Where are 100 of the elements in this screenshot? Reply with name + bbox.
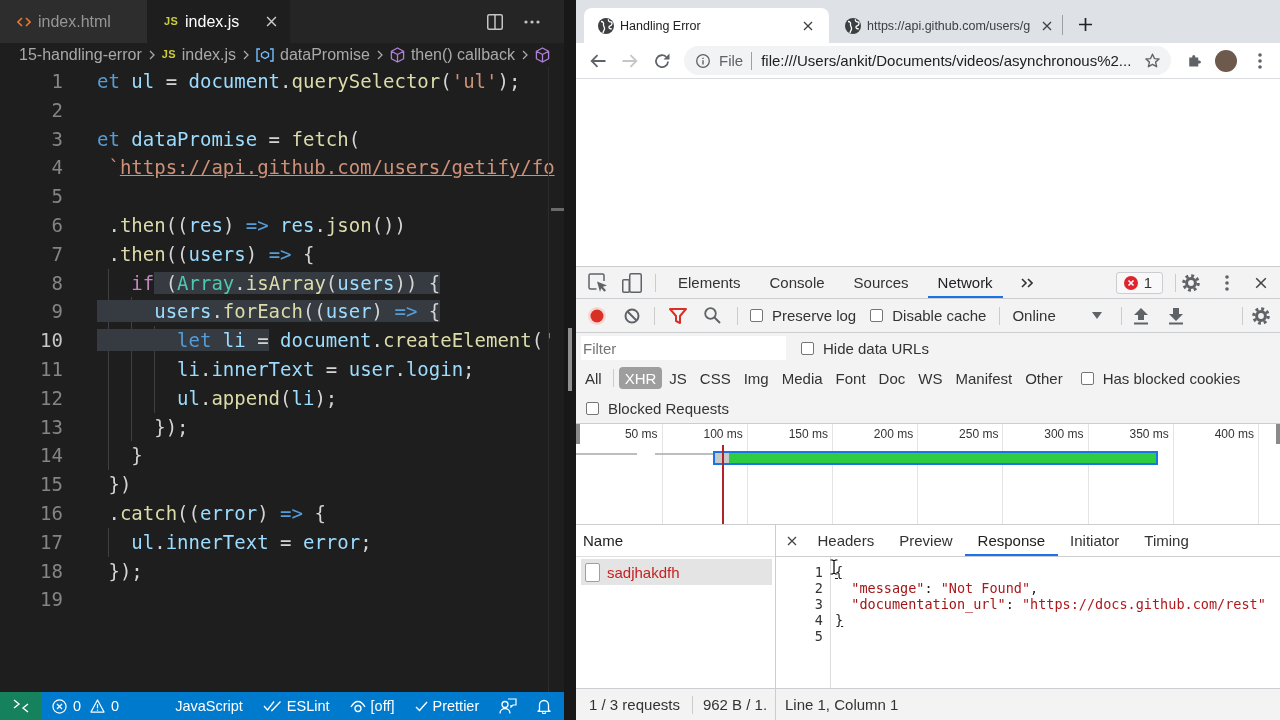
panel-tab[interactable]: Sources: [843, 267, 919, 298]
type-filter[interactable]: JS: [663, 367, 693, 389]
line-number: 11: [39, 356, 63, 382]
line-number: 14: [39, 443, 63, 469]
checkbox[interactable]: [586, 401, 599, 415]
line-number: 7: [50, 241, 63, 267]
back-arrow-icon[interactable]: [590, 53, 606, 68]
settings-icon[interactable]: [1182, 273, 1200, 292]
line-number: 10: [39, 328, 63, 354]
split-editor-icon[interactable]: [487, 13, 503, 30]
filter-field[interactable]: Filter: [581, 336, 786, 360]
status-item[interactable]: JavaScript: [175, 698, 243, 714]
type-filter[interactable]: Other: [1019, 367, 1069, 389]
status-text: Line 1, Column 1: [785, 696, 899, 713]
checkbox[interactable]: [750, 309, 763, 322]
status-item[interactable]: [off]: [349, 698, 395, 714]
close-icon[interactable]: [803, 20, 813, 31]
line-number: 18: [39, 558, 63, 584]
checkbox-label: Has blocked cookies: [1102, 369, 1241, 387]
panel-tab[interactable]: Console: [759, 267, 835, 298]
request-line: [655, 453, 713, 455]
reload-icon[interactable]: [654, 52, 670, 69]
status-item[interactable]: ESLint: [262, 698, 330, 714]
breadcrumb[interactable]: 15-handling-error: [19, 46, 142, 64]
line-number: 5: [813, 628, 823, 644]
range-handle[interactable]: [576, 424, 580, 444]
type-filter[interactable]: Img: [737, 367, 775, 389]
more-icon[interactable]: [524, 19, 540, 24]
inspect-icon[interactable]: [588, 272, 608, 293]
errors-button[interactable]: 1: [1115, 271, 1163, 294]
type-filter[interactable]: Media: [775, 367, 829, 389]
checkbox-label: Hide data URLs: [823, 339, 929, 357]
upload-icon[interactable]: [1132, 306, 1149, 325]
throttling-dropdown[interactable]: Online: [1012, 307, 1102, 324]
code-line: `https://api.github.com/users/getify/fo: [107, 155, 555, 181]
code-line: "documentation_url": "https://docs.github.com/rest": [850, 596, 1266, 612]
detail-tab[interactable]: Timing: [1131, 525, 1202, 556]
range-handle[interactable]: [1276, 424, 1280, 444]
variable-icon: [256, 48, 275, 62]
chevron-icon: [243, 50, 250, 60]
type-filter[interactable]: Doc: [872, 367, 912, 389]
device-icon[interactable]: [622, 272, 642, 293]
tick-label: 100 ms: [703, 427, 743, 441]
feedback-icon[interactable]: [499, 698, 518, 714]
double-chevron-icon[interactable]: [1020, 277, 1033, 288]
plus-icon[interactable]: [1079, 18, 1092, 31]
info-icon: [696, 53, 710, 68]
checkbox-label: Blocked Requests: [608, 399, 729, 417]
request-row[interactable]: sadjhakdfh: [581, 559, 772, 585]
avatar[interactable]: [1215, 49, 1237, 72]
type-filter[interactable]: CSS: [693, 367, 737, 389]
search-icon[interactable]: [704, 307, 721, 324]
tick-label: 350 ms: [1129, 427, 1169, 441]
type-filter[interactable]: Font: [829, 367, 872, 389]
puzzle-icon[interactable]: [1187, 53, 1202, 68]
type-filter[interactable]: Manifest: [949, 367, 1019, 389]
checkbox[interactable]: [870, 309, 884, 322]
detail-tab[interactable]: Headers: [805, 525, 887, 556]
status-text: 1 / 3 requests: [589, 696, 680, 713]
editor-tab[interactable]: JS index.js: [147, 0, 290, 43]
record-icon[interactable]: [588, 306, 606, 325]
scrollbar-thumb[interactable]: [568, 328, 572, 391]
remote-button[interactable]: [0, 692, 41, 720]
breadcrumb[interactable]: then() callback: [410, 46, 515, 64]
line-number: 19: [39, 587, 63, 613]
tick-label: 300 ms: [1044, 427, 1084, 441]
close-icon[interactable]: [1042, 20, 1052, 31]
cube-icon: [389, 47, 405, 63]
double-check-icon: [262, 700, 282, 712]
problems-button[interactable]: 0 0: [52, 698, 123, 714]
browser-tab[interactable]: Handling Error: [584, 8, 829, 43]
detail-tab[interactable]: Preview: [886, 525, 966, 556]
bell-icon[interactable]: [537, 698, 552, 714]
breadcrumb[interactable]: dataPromise: [280, 46, 370, 64]
type-filter[interactable]: All: [579, 367, 608, 389]
checkbox[interactable]: [801, 341, 814, 355]
browser-tab[interactable]: https://api.github.com/users/g: [829, 8, 1062, 43]
chevron-icon: [148, 50, 155, 60]
more-icon[interactable]: [1258, 52, 1262, 69]
close-icon[interactable]: [787, 535, 797, 546]
chevron-icon: [521, 50, 528, 60]
code-line: "message": "Not Found",: [850, 580, 1039, 596]
status-item[interactable]: Prettier: [414, 698, 480, 714]
settings-icon[interactable]: [1252, 306, 1270, 325]
close-icon[interactable]: [1255, 276, 1267, 289]
line-number: 12: [39, 385, 63, 411]
star-icon[interactable]: [1145, 53, 1160, 68]
clear-icon[interactable]: [624, 307, 640, 324]
code-brackets-icon: [17, 16, 31, 27]
download-icon[interactable]: [1167, 306, 1184, 325]
filter-icon[interactable]: [669, 307, 687, 324]
editor-tab[interactable]: index.html: [0, 0, 147, 43]
url-text: file:///Users/ankit/Documents/videos/asynchronous%2...: [761, 52, 1133, 69]
panel-tab[interactable]: Elements: [668, 267, 751, 298]
detail-tab[interactable]: Initiator: [1057, 525, 1132, 556]
address-bar[interactable]: File file:///Users/ankit/Documents/videos/asynchronous%2...: [684, 46, 1171, 75]
more-icon[interactable]: [1225, 274, 1229, 291]
type-filter[interactable]: WS: [912, 367, 949, 389]
breadcrumb[interactable]: index.js: [181, 46, 237, 64]
checkbox[interactable]: [1080, 371, 1094, 385]
